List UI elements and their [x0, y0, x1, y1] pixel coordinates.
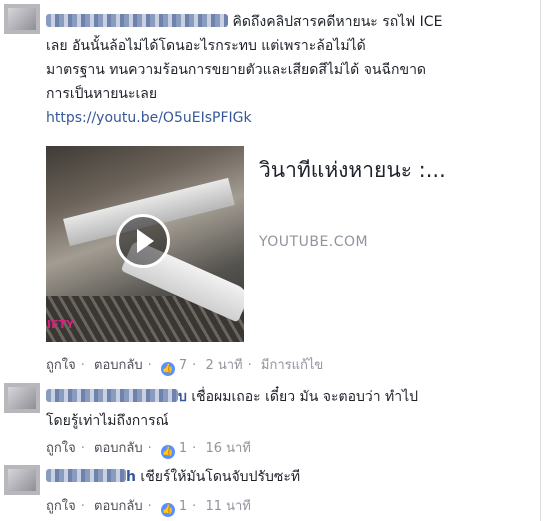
comment-line: เลย อันนั้นล้อไม่ได้โดนอะไรกระทบ แต่เพรา…	[46, 38, 366, 54]
reply-button[interactable]: ตอบกลับ	[94, 499, 143, 514]
like-button[interactable]: ถูกใจ	[46, 499, 76, 514]
comment-text: h เชียร์ให้มันโดนจับปรับซะที	[46, 465, 300, 489]
comment-line: มาตรฐาน ทนความร้อนการขยายตัวและเสียดสีไม…	[46, 62, 427, 78]
like-count[interactable]: 1	[179, 441, 187, 456]
comment-text: คิดถึงคลิปสารคดีหายนะ รถไฟ ICE เลย อันนั…	[46, 10, 442, 130]
right-border	[540, 0, 541, 521]
comment-text: บ เชื่อผมเถอะ เดี๋ยว มัน จะตอบว่า ทำไป โ…	[46, 385, 418, 433]
comment-actions: ถูกใจ · ตอบกลับ · 👍 1 · 16 นาที	[46, 441, 251, 459]
preview-domain: YOUTUBE.COM	[259, 234, 369, 250]
timestamp[interactable]: 2 นาที	[205, 358, 242, 373]
author-name-blurred[interactable]	[46, 469, 126, 482]
like-icon[interactable]: 👍	[160, 445, 175, 459]
like-count[interactable]: 7	[179, 358, 187, 373]
avatar[interactable]	[4, 4, 40, 34]
like-button[interactable]: ถูกใจ	[46, 441, 76, 456]
comment-actions: ถูกใจ · ตอบกลับ · 👍 1 · 11 นาที	[46, 499, 251, 517]
link-preview[interactable]: IETY วินาทีแห่งหายนะ :... YOUTUBE.COM	[46, 146, 534, 342]
comment-line: โดยรู้เท่าไม่ถึงการณ์	[46, 413, 169, 429]
reply-button[interactable]: ตอบกลับ	[94, 358, 143, 373]
preview-title[interactable]: วินาทีแห่งหายนะ :...	[259, 154, 446, 187]
avatar[interactable]	[4, 465, 40, 495]
author-name-suffix[interactable]: บ	[178, 389, 187, 405]
timestamp[interactable]: 16 นาที	[205, 441, 250, 456]
author-name-blurred[interactable]	[46, 389, 178, 402]
comment-line: การเป็นหายนะเลย	[46, 86, 158, 102]
timestamp[interactable]: 11 นาที	[205, 499, 250, 514]
author-name-blurred[interactable]	[46, 14, 228, 27]
like-icon[interactable]: 👍	[160, 362, 175, 376]
edited-label[interactable]: มีการแก้ไข	[261, 358, 323, 373]
like-button[interactable]: ถูกใจ	[46, 358, 76, 373]
like-icon[interactable]: 👍	[160, 503, 175, 517]
avatar[interactable]	[4, 383, 40, 413]
video-thumbnail[interactable]: IETY	[46, 146, 244, 342]
comment-line: เชียร์ให้มันโดนจับปรับซะที	[140, 469, 301, 485]
reply-button[interactable]: ตอบกลับ	[94, 441, 143, 456]
youtube-link[interactable]: https://youtu.be/O5uEIsPFIGk	[46, 110, 252, 126]
author-name-suffix[interactable]: h	[126, 469, 136, 485]
comment-line: คิดถึงคลิปสารคดีหายนะ รถไฟ ICE	[232, 14, 443, 30]
thumbnail-watermark: IETY	[47, 318, 75, 331]
play-icon[interactable]	[116, 214, 170, 268]
comment-line: เชื่อผมเถอะ เดี๋ยว มัน จะตอบว่า ทำไป	[191, 389, 419, 405]
like-count[interactable]: 1	[179, 499, 187, 514]
comment-actions: ถูกใจ · ตอบกลับ · 👍 7 · 2 นาที · มีการแก้ไข	[46, 358, 324, 376]
